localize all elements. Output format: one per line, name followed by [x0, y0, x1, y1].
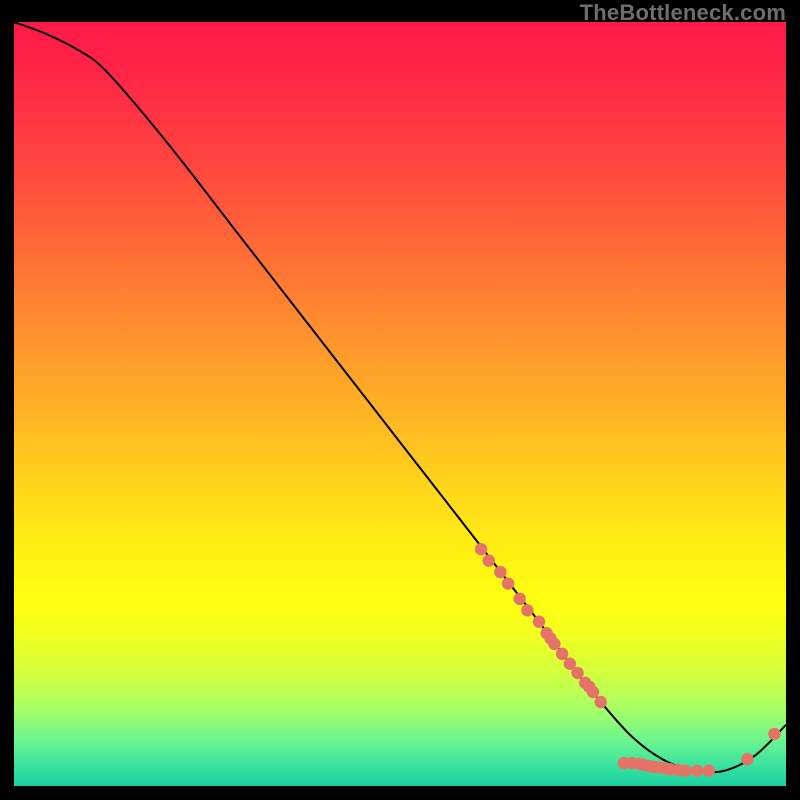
data-marker	[533, 616, 545, 628]
data-marker	[521, 604, 533, 616]
data-marker	[679, 765, 691, 777]
data-marker	[556, 648, 568, 660]
data-marker	[502, 577, 514, 589]
data-marker	[483, 554, 495, 566]
data-marker	[691, 765, 703, 777]
data-marker	[703, 765, 715, 777]
watermark-text: TheBottleneck.com	[580, 0, 786, 26]
chart-plot-area	[14, 22, 786, 786]
chart-svg	[14, 22, 786, 786]
data-marker	[768, 728, 780, 740]
chart-background-gradient	[14, 22, 786, 786]
data-marker	[494, 566, 506, 578]
data-marker	[587, 686, 599, 698]
data-marker	[513, 593, 525, 605]
data-marker	[571, 667, 583, 679]
data-marker	[595, 696, 607, 708]
data-marker	[741, 753, 753, 765]
data-marker	[475, 543, 487, 555]
data-marker	[548, 638, 560, 650]
chart-stage: TheBottleneck.com	[0, 0, 800, 800]
